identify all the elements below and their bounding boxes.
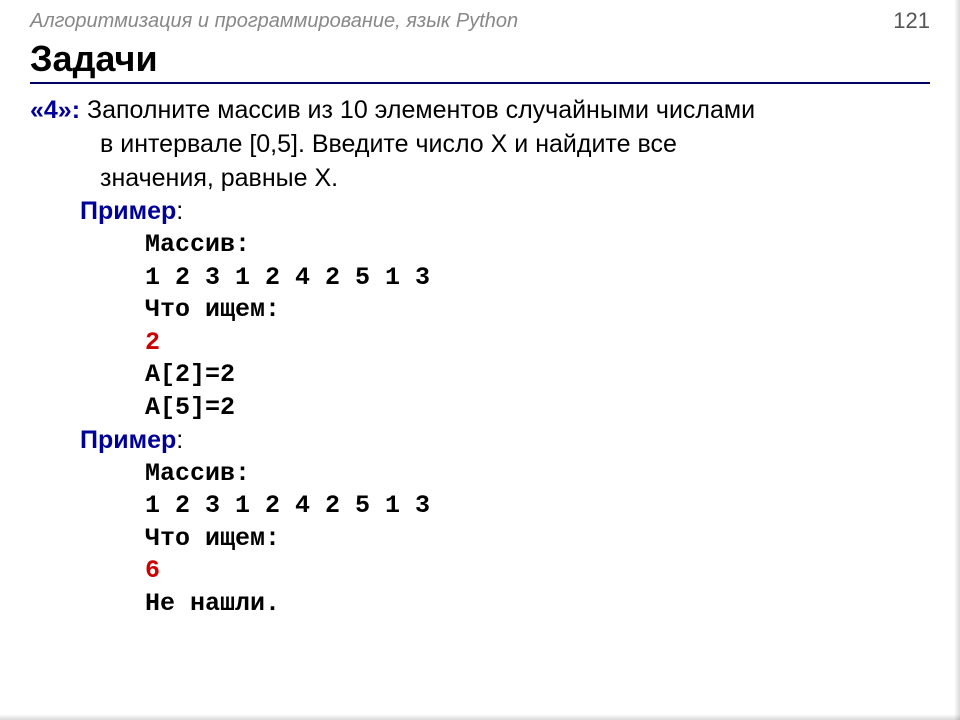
example1-block: Пример: Массив: 1 2 3 1 2 4 2 5 1 3 Что … — [30, 195, 930, 424]
code-line: Массив: — [145, 458, 930, 491]
example1-code: Массив: 1 2 3 1 2 4 2 5 1 3 Что ищем: 2 … — [145, 229, 930, 424]
example2-block: Пример: Массив: 1 2 3 1 2 4 2 5 1 3 Что … — [30, 424, 930, 620]
code-line: 2 — [145, 327, 930, 360]
code-line: Массив: — [145, 229, 930, 262]
shadow-decoration — [954, 0, 960, 720]
example2-colon: : — [176, 426, 183, 454]
code-line: 1 2 3 1 2 4 2 5 1 3 — [145, 262, 930, 295]
code-line: Что ищем: — [145, 523, 930, 556]
task-text-line3: значения, равные X. — [100, 162, 930, 196]
subject-label: Алгоритмизация и программирование, язык … — [30, 10, 518, 33]
shadow-decoration — [0, 714, 960, 720]
code-line: Что ищем: — [145, 294, 930, 327]
page-number: 121 — [893, 8, 930, 34]
example1-colon: : — [176, 197, 183, 225]
task-text-line1: Заполните массив из 10 элементов случайн… — [87, 96, 755, 124]
example1-label: Пример — [80, 197, 176, 225]
task-number: «4»: — [30, 96, 80, 124]
code-line: 6 — [145, 555, 930, 588]
slide-header: Алгоритмизация и программирование, язык … — [0, 0, 960, 38]
page-title: Задачи — [30, 38, 930, 80]
example2-code: Массив: 1 2 3 1 2 4 2 5 1 3 Что ищем: 6 … — [145, 458, 930, 621]
example2-label: Пример — [80, 426, 176, 454]
code-line: 1 2 3 1 2 4 2 5 1 3 — [145, 490, 930, 523]
content-area: «4»: Заполните массив из 10 элементов сл… — [0, 84, 960, 620]
code-line: A[2]=2 — [145, 359, 930, 392]
title-section: Задачи — [30, 38, 930, 84]
task-text-line2: в интервале [0,5]. Введите число X и най… — [100, 128, 930, 162]
code-line: Не нашли. — [145, 588, 930, 621]
task-statement: «4»: Заполните массив из 10 элементов сл… — [30, 94, 930, 128]
code-line: A[5]=2 — [145, 392, 930, 425]
